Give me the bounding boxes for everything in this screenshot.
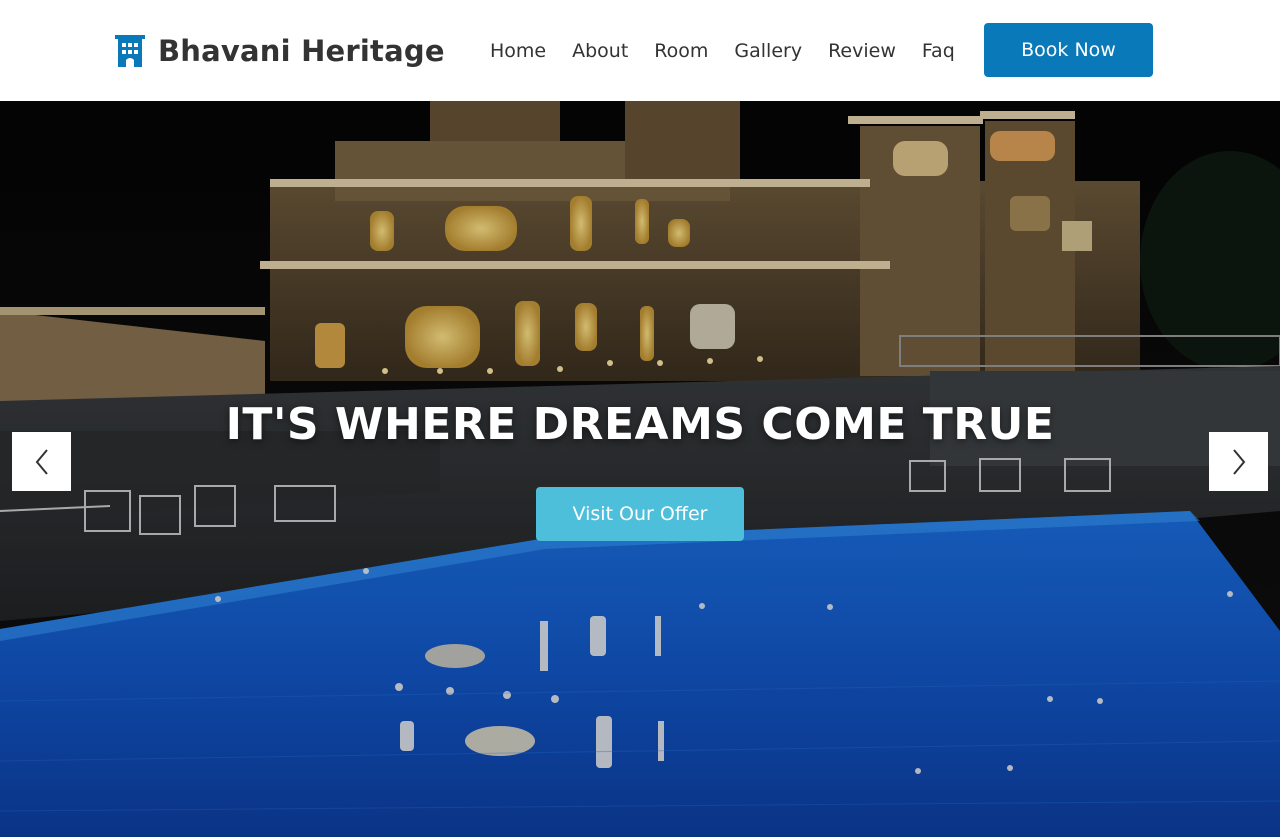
hero-overlay [0,101,1280,837]
hero-title: IT'S WHERE DREAMS COME TRUE [225,399,1055,450]
chevron-left-icon [35,448,48,475]
nav-item-room[interactable]: Room [654,38,708,64]
site-header: Bhavani Heritage Home About Room Gallery… [0,0,1280,101]
brand-logo[interactable]: Bhavani Heritage [115,32,445,70]
building-icon [115,35,145,67]
nav-item-review[interactable]: Review [828,38,896,64]
nav-item-gallery[interactable]: Gallery [734,38,802,64]
brand-name: Bhavani Heritage [158,34,445,68]
hero-carousel: IT'S WHERE DREAMS COME TRUE Visit Our Of… [0,101,1280,837]
nav-item-about[interactable]: About [572,38,628,64]
nav-item-home[interactable]: Home [490,38,546,64]
nav-item-faq[interactable]: Faq [922,38,955,64]
carousel-next-button[interactable] [1209,432,1268,491]
book-now-button[interactable]: Book Now [984,23,1153,77]
chevron-right-icon [1232,448,1245,475]
visit-offer-button[interactable]: Visit Our Offer [536,487,744,541]
main-nav: Home About Room Gallery Review Faq [490,38,955,64]
carousel-prev-button[interactable] [12,432,71,491]
